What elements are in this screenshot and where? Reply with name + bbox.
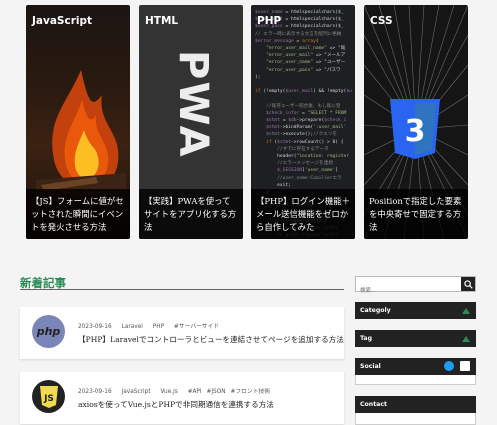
svg-text:JS: JS (43, 394, 54, 404)
article-meta: 2023-09-16 Laravel PHP #サーバーサイド (78, 321, 230, 330)
search-icon (463, 279, 473, 289)
article-title-link[interactable]: axiosを使ってVue.jsとPHPで非同期通信を連携する方法 (78, 399, 274, 410)
widget-contact-header: Contact (355, 396, 476, 413)
article-date: 2023-09-16 (78, 389, 112, 395)
widget-title: Social (360, 363, 381, 370)
card-category-label: JavaScript (32, 15, 93, 27)
card-caption: Positionで指定した要素を中央寄せで固定する方法 (364, 189, 468, 239)
widget-category-header[interactable]: Categoly (355, 302, 476, 319)
css3-shield-icon: 3 (390, 99, 440, 159)
widget-social-header: Social (355, 358, 476, 375)
article-category-link[interactable]: Laravel (122, 324, 143, 330)
js-shield-icon: JS (39, 385, 58, 408)
php-logo-thumbnail: php (32, 315, 65, 348)
article-tag-link[interactable]: #JSON (206, 389, 225, 395)
card-caption: 【PHP】ログイン機能＋メール送信機能をゼロから自作してみた (251, 189, 355, 239)
featured-card-css[interactable]: 3 CSS Positionで指定した要素を中央寄せで固定する方法 (364, 5, 468, 239)
featured-card-html[interactable]: PWA HTML 【実践】PWAを使ってサイトをアプリ化する方法 (139, 5, 243, 239)
pwa-logo-text: PWA (170, 50, 216, 159)
github-icon[interactable] (460, 361, 470, 371)
article-tag-link[interactable]: #サーバーサイド (174, 324, 219, 330)
article-tag-link[interactable]: #フロント技術 (230, 389, 270, 395)
card-category-label: HTML (145, 15, 179, 27)
widget-title: Categoly (360, 307, 391, 314)
card-category-label: PHP (257, 15, 282, 27)
triangle-up-icon (462, 336, 470, 342)
article-title-link[interactable]: 【PHP】Laravelでコントローラとビューを連結させてページを追加する方法 (78, 334, 344, 345)
widget-title: Tag (360, 335, 373, 342)
twitter-icon[interactable] (444, 361, 454, 371)
triangle-up-icon (462, 308, 470, 314)
search-button[interactable] (461, 277, 475, 291)
widget-contact-body (355, 413, 476, 425)
section-divider (20, 289, 344, 290)
article-meta: 2023-09-16 JavaScript Vue.js #API #JSON … (78, 386, 281, 395)
article-category-link[interactable]: Vue.js (160, 389, 177, 395)
widget-title: Contact (360, 401, 387, 408)
fire-image (36, 70, 126, 195)
card-category-label: CSS (370, 15, 393, 27)
article-card[interactable]: JS 2023-09-16 JavaScript Vue.js #API #JS… (20, 372, 344, 424)
js-logo-thumbnail: JS (32, 380, 65, 413)
search-box (355, 276, 476, 298)
article-date: 2023-09-16 (78, 324, 112, 330)
article-category-link[interactable]: JavaScript (122, 389, 151, 395)
article-tag-link[interactable]: #API (188, 389, 202, 395)
search-input[interactable] (356, 284, 460, 298)
article-card[interactable]: php 2023-09-16 Laravel PHP #サーバーサイド 【PHP… (20, 307, 344, 359)
widget-tag-header[interactable]: Tag (355, 330, 476, 347)
card-caption: 【実践】PWAを使ってサイトをアプリ化する方法 (139, 189, 243, 239)
card-caption: 【JS】フォームに値がセットされた瞬間にイベントを発火させる方法 (26, 189, 130, 239)
featured-cards: JavaScript 【JS】フォームに値がセットされた瞬間にイベントを発火させ… (26, 5, 468, 239)
widget-social-body (355, 375, 476, 385)
svg-text:3: 3 (405, 114, 426, 149)
featured-card-php[interactable]: $user_name = htmlspecialchars($_ $user_m… (251, 5, 355, 239)
article-category-link[interactable]: PHP (153, 324, 164, 330)
featured-card-javascript[interactable]: JavaScript 【JS】フォームに値がセットされた瞬間にイベントを発火させ… (26, 5, 130, 239)
